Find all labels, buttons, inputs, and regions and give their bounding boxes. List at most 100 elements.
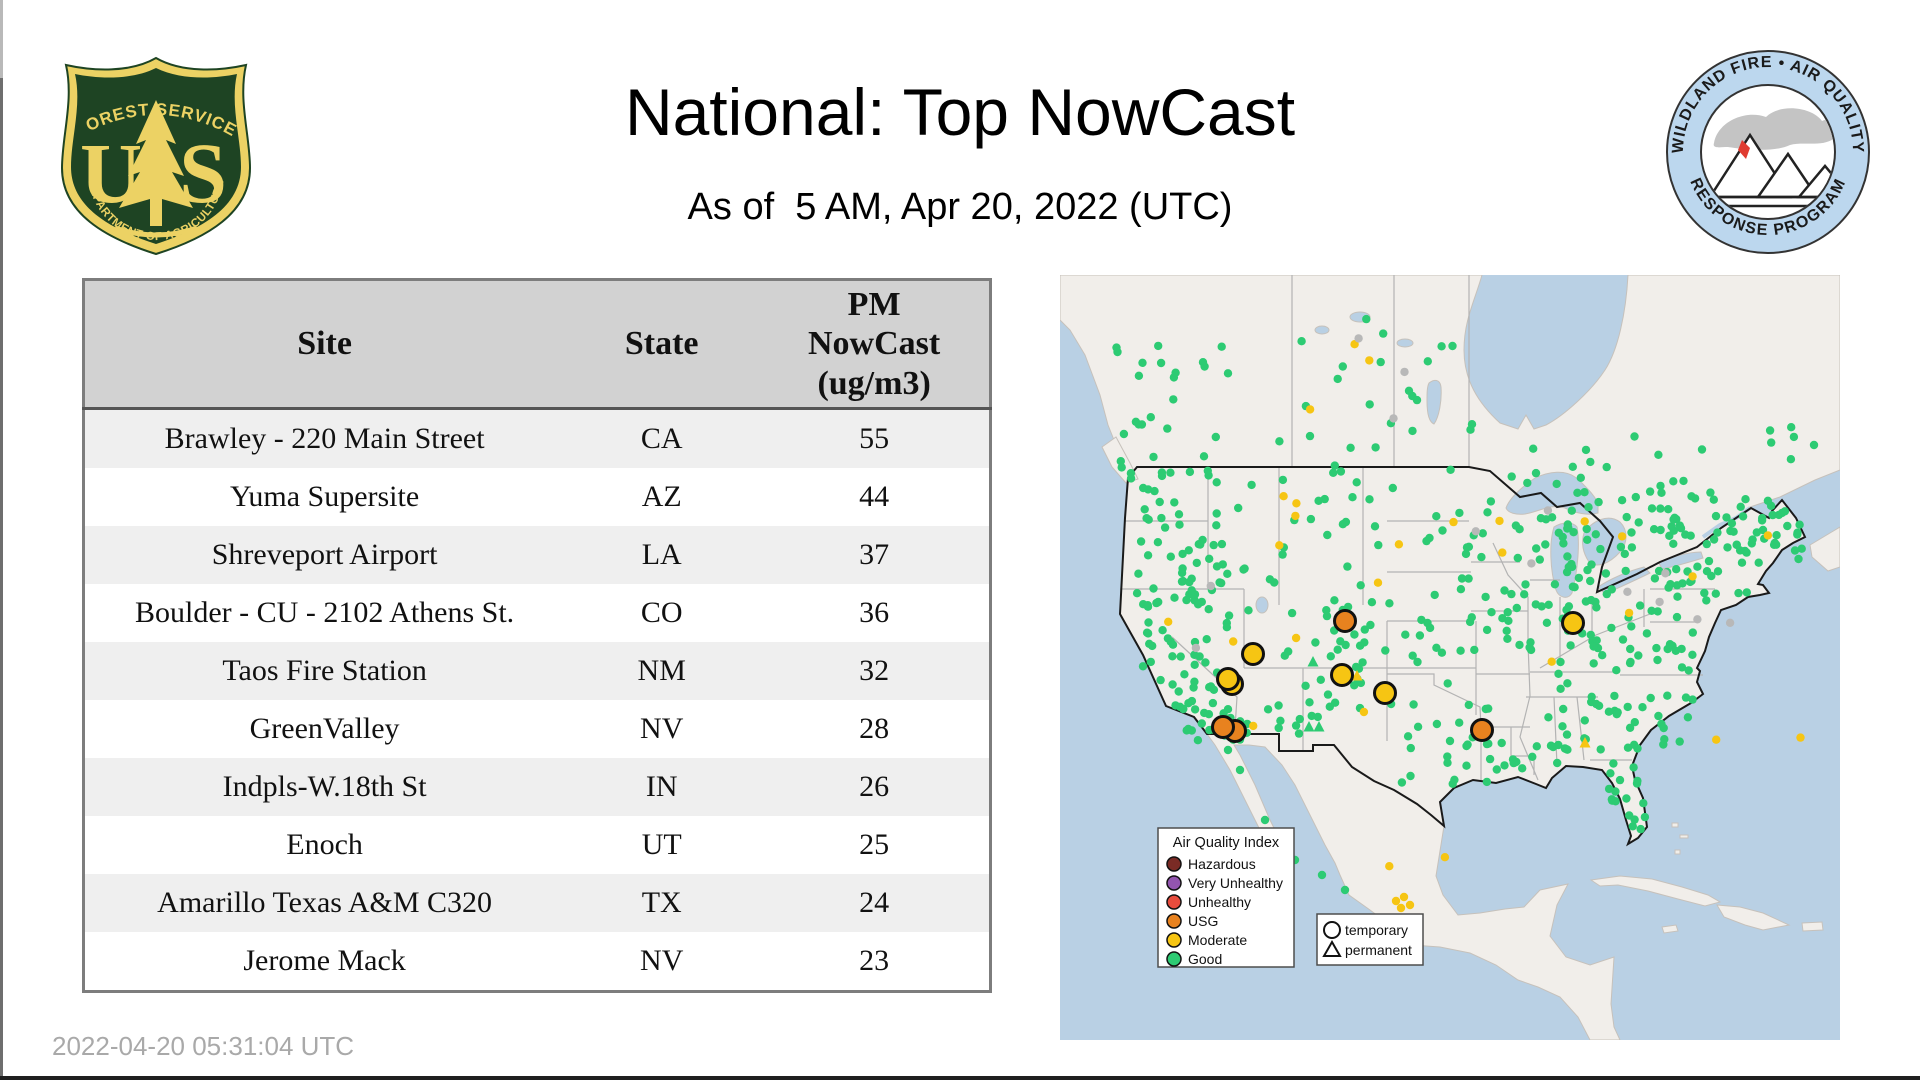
station-dot [1616, 776, 1624, 784]
station-dot [1306, 432, 1314, 440]
station-dot [1366, 400, 1374, 408]
station-dot [1414, 723, 1422, 731]
station-dot [1339, 520, 1347, 528]
station-dot [1448, 342, 1456, 350]
station-dot [1374, 579, 1382, 587]
top-site-marker[interactable] [1213, 717, 1234, 738]
station-dot [1575, 574, 1583, 582]
station-dot [1185, 546, 1193, 554]
station-dot [1236, 766, 1244, 774]
value-cell: 23 [759, 932, 990, 992]
station-dot [1710, 496, 1718, 504]
station-dot [1625, 609, 1633, 617]
station-dot [1569, 583, 1577, 591]
station-dot [1279, 492, 1287, 500]
top-site-marker[interactable] [1563, 613, 1584, 634]
station-dot [1194, 600, 1202, 608]
station-dot [1322, 606, 1330, 614]
station-dot [1734, 589, 1742, 597]
station-dot [1624, 744, 1632, 752]
top-site-marker[interactable] [1218, 669, 1239, 690]
station-dot [1193, 559, 1201, 567]
station-dot [1723, 543, 1731, 551]
station-dot [1483, 626, 1491, 634]
state-cell: LA [564, 526, 759, 584]
aqi-legend-label: Moderate [1188, 932, 1247, 948]
table-header-row: Site State PM NowCast (ug/m3) [84, 280, 991, 409]
station-dot [1661, 569, 1669, 577]
station-dot [1676, 737, 1684, 745]
station-dot [1177, 652, 1185, 660]
top-site-marker[interactable] [1472, 720, 1493, 741]
station-dot [1772, 531, 1780, 539]
station-dot [1157, 514, 1165, 522]
station-dot [1200, 452, 1208, 460]
station-dot [1175, 521, 1183, 529]
station-dot [1477, 553, 1485, 561]
station-dot [1336, 637, 1344, 645]
station-dot [1408, 427, 1416, 435]
station-dot [1462, 742, 1470, 750]
station-dot [1401, 631, 1409, 639]
station-dot [1607, 624, 1615, 632]
station-dot [1205, 555, 1213, 563]
top-site-marker[interactable] [1332, 665, 1353, 686]
top-site-marker[interactable] [1375, 683, 1396, 704]
station-dot [1626, 645, 1634, 653]
top-site-marker[interactable] [1243, 644, 1264, 665]
station-dot [1712, 512, 1720, 520]
station-dot [1308, 712, 1316, 720]
station-dot [1288, 609, 1296, 617]
station-dot [1685, 666, 1693, 674]
station-dot [1307, 515, 1315, 523]
value-cell: 28 [759, 700, 990, 758]
top-site-marker[interactable] [1335, 611, 1356, 632]
table-row: Yuma Supersite AZ 44 [84, 468, 991, 526]
station-dot [1545, 601, 1553, 609]
station-dot [1191, 661, 1199, 669]
station-dot [1357, 581, 1365, 589]
station-dot [1164, 618, 1172, 626]
value-cell: 32 [759, 642, 990, 700]
station-dot [1334, 375, 1342, 383]
station-dot [1377, 358, 1385, 366]
station-dot [1178, 569, 1186, 577]
station-dot [1196, 540, 1204, 548]
station-dot [1653, 656, 1661, 664]
station-dot [1559, 705, 1567, 713]
temporary-label: temporary [1345, 922, 1408, 938]
station-dot [1504, 608, 1512, 616]
station-dot [1266, 575, 1274, 583]
station-dot [1385, 599, 1393, 607]
aqi-map[interactable]: Air Quality Index Hazardous Very Unhealt… [1060, 275, 1840, 1040]
station-dot [1523, 479, 1531, 487]
station-dot [1205, 605, 1213, 613]
station-dot [1764, 497, 1772, 505]
station-dot [1188, 586, 1196, 594]
station-dot [1171, 369, 1179, 377]
station-dot [1527, 559, 1535, 567]
forest-service-s: S [179, 125, 227, 221]
value-cell: 24 [759, 874, 990, 932]
station-dot [1606, 769, 1614, 777]
station-dot [1225, 611, 1233, 619]
station-dot [1371, 443, 1379, 451]
station-dot [1406, 772, 1414, 780]
station-dot [1353, 478, 1361, 486]
station-dot [1568, 563, 1576, 571]
station-dot [1431, 591, 1439, 599]
state-cell: NM [564, 642, 759, 700]
aqi-legend-label: Hazardous [1188, 856, 1256, 872]
station-dot [1563, 746, 1571, 754]
station-dot [1147, 658, 1155, 666]
station-dot [1677, 645, 1685, 653]
unhealthy-swatch-icon [1167, 895, 1181, 909]
station-dot [1510, 759, 1518, 767]
station-dot [1632, 493, 1640, 501]
station-dot [1201, 658, 1209, 666]
station-dot [1591, 598, 1599, 606]
station-dot [1200, 709, 1208, 717]
station-dot [1582, 446, 1590, 454]
station-dot [1605, 708, 1613, 716]
station-dot [1381, 646, 1389, 654]
